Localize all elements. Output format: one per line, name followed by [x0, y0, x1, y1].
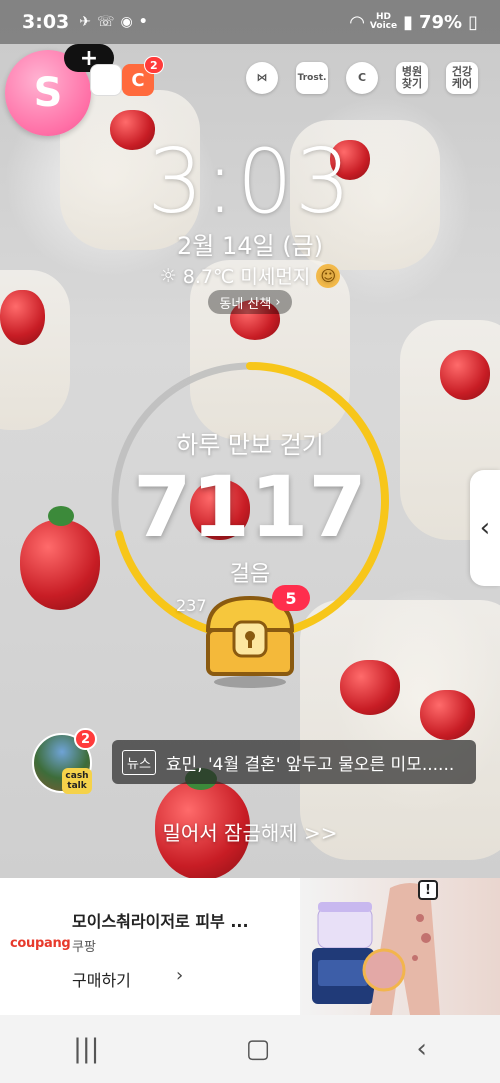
news-title: 효민, '4월 결혼' 앞두고 물오른 미모......	[165, 754, 455, 775]
chevron-left-icon: ‹	[479, 513, 491, 543]
dot-icon: •	[138, 14, 148, 30]
news-tag: 뉴스	[122, 749, 156, 775]
chest-notification-badge: 5	[272, 585, 310, 611]
hospital-search-icon[interactable]: 병원 찾기	[396, 62, 428, 94]
battery-icon: ▯	[468, 11, 478, 33]
app-shortcut-icon[interactable]	[90, 64, 122, 96]
status-time: 3:03	[22, 11, 70, 33]
health-care-icon[interactable]: 건강 케어	[446, 62, 478, 94]
recent-apps-icon[interactable]: |||	[73, 1034, 99, 1064]
weather-row[interactable]: ☼ 8.7℃ 미세먼지 ☺	[0, 262, 500, 289]
dust-face-icon: ☺	[316, 263, 341, 288]
cash-talk-badge: 2	[74, 728, 98, 750]
chevron-right-icon: ›	[176, 965, 184, 986]
coin-app-icon[interactable]: C	[346, 62, 378, 94]
edge-panel-handle[interactable]: ‹	[470, 470, 500, 586]
hd-voice-indicator: HD Voice	[369, 12, 398, 31]
status-bar: 3:03 ✈ ☏ ◉ • ◠ HD Voice ▮ 79% ▯	[0, 0, 500, 44]
app-notification-badge: 2	[144, 56, 164, 74]
walk-label: 동네 산책	[219, 296, 272, 312]
step-challenge-title: 하루 만보 걷기	[176, 431, 324, 459]
step-unit: 걸음	[229, 562, 271, 587]
coupang-logo: coupang	[10, 936, 71, 951]
wifi-icon: ◠	[350, 11, 364, 33]
chevron-right-icon: ›	[275, 294, 281, 310]
weather-text: 8.7℃ 미세먼지	[182, 266, 311, 288]
ad-banner[interactable]: coupang 모이스춰라이저로 피부 ... 쿠팡 구매하기 › !	[0, 878, 500, 1015]
cash-talk-label: cash talk	[62, 768, 92, 794]
notification-icons: ✈ ☏ ◉ •	[79, 14, 147, 30]
ad-title: 모이스춰라이저로 피부 ...	[72, 912, 249, 931]
lockscreen-date: 2월 14일 (금)	[176, 232, 324, 260]
buy-button[interactable]: 구매하기	[72, 967, 131, 991]
ad-source: 쿠팡	[72, 940, 96, 955]
neighborhood-walk-button[interactable]: 동네 산책 ›	[208, 290, 292, 314]
news-banner[interactable]: 뉴스 효민, '4월 결혼' 앞두고 물오른 미모......	[112, 740, 476, 784]
warning-icon: !	[418, 880, 438, 900]
rocket-icon: ✈	[79, 14, 91, 30]
back-icon[interactable]: ‹	[416, 1034, 426, 1064]
home-icon[interactable]: ▢	[246, 1034, 271, 1064]
lockscreen-clock: 3:03	[147, 130, 353, 233]
ad-product-image	[300, 878, 500, 1015]
navigation-bar: ||| ▢ ‹	[0, 1015, 500, 1083]
step-count: 7117	[133, 458, 367, 556]
loop-icon: ◉	[120, 14, 133, 30]
sun-icon: ☼	[159, 264, 177, 287]
slide-to-unlock[interactable]: 밀어서 잠금해제 >>	[0, 817, 500, 846]
trost-app-icon[interactable]: Trost.	[296, 62, 328, 94]
mask-app-icon[interactable]: ⋈	[246, 62, 278, 94]
call-icon: ☏	[97, 14, 115, 30]
signal-icon: ▮	[403, 11, 413, 33]
battery-level: 79%	[419, 11, 463, 33]
